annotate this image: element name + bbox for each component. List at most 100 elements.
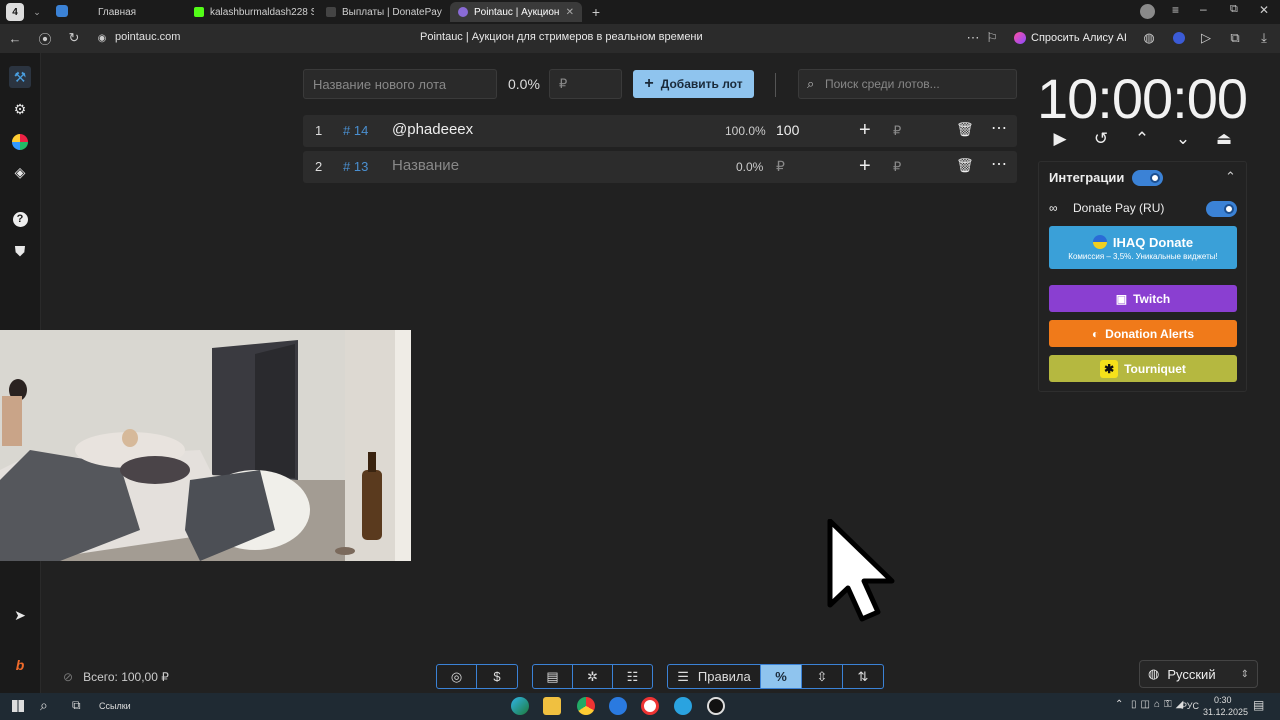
amount-input[interactable]: ₽ [549, 69, 622, 99]
collapse-icon[interactable]: ⏏ [1212, 127, 1236, 151]
tab-donatepay[interactable]: Выплаты | DonatePay [318, 2, 446, 22]
chrome-icon[interactable] [577, 697, 595, 715]
media-icon[interactable]: ▷ [1197, 29, 1215, 47]
ihaq-donate-button[interactable]: IHAQ Donate Комиссия – 3,5%. Уникальные … [1049, 226, 1237, 269]
more-options-icon[interactable]: ⋯ [991, 154, 1007, 174]
integrations-toggle[interactable] [1132, 170, 1163, 186]
new-lot-input[interactable]: Название нового лота [303, 69, 497, 99]
notifications-icon[interactable]: ▤ [1253, 698, 1264, 712]
tab-pointauc[interactable]: Pointauc | Аукцион для с ✕ [450, 2, 582, 22]
github-button[interactable]: ◎ [436, 664, 477, 689]
pinned-tab[interactable] [56, 5, 68, 17]
bug-button[interactable]: ✲ [572, 664, 613, 689]
lot-row[interactable]: 2 # 13 Название 0.0% ₽ + ₽ 🗑 ⋯ [303, 151, 1017, 183]
tab-label: Главная [98, 6, 137, 18]
task-view-icon[interactable]: ⧉ [72, 698, 81, 713]
donation-alerts-button[interactable]: ◐ Donation Alerts [1049, 320, 1237, 347]
auction-icon[interactable]: ⚒ [9, 66, 31, 88]
obs-icon[interactable] [707, 697, 725, 715]
more-icon[interactable]: ⋯ [964, 29, 982, 47]
back-icon[interactable]: ← [6, 29, 24, 47]
tab-kick[interactable]: kalashburmaldash228 Stre [186, 2, 314, 22]
percent-mode-button[interactable]: % [760, 664, 802, 689]
shield-icon[interactable]: ⦿ [36, 29, 54, 47]
collections-icon[interactable]: ⧉ [1226, 29, 1244, 47]
clock-time[interactable]: 0:30 [1214, 695, 1232, 705]
translate-icon[interactable]: ◍ [1140, 29, 1158, 47]
divider [775, 73, 776, 97]
tab-counter[interactable]: 4 [6, 3, 24, 21]
app-icon[interactable] [609, 697, 627, 715]
close-window-icon[interactable]: ✕ [1259, 3, 1269, 17]
lot-currency-input[interactable]: ₽ [893, 123, 901, 139]
add-amount-icon[interactable]: + [859, 155, 871, 178]
ask-alisa-button[interactable]: Спросить Алису AI [1008, 27, 1133, 49]
lot-row[interactable]: 1 # 14 @phadeeex 100.0% 100 + ₽ 🗑 ⋯ [303, 115, 1017, 147]
menu-icon[interactable]: ≡ [1172, 3, 1179, 17]
donate-button[interactable]: $ [476, 664, 518, 689]
more-options-icon[interactable]: ⋯ [991, 118, 1007, 138]
site-info-icon[interactable]: ◉ [93, 29, 111, 47]
edge-icon[interactable] [511, 697, 529, 715]
delete-icon[interactable]: 🗑 [956, 121, 974, 138]
tab-label: Выплаты | DonatePay [342, 6, 442, 18]
tab-home[interactable]: Главная [90, 2, 180, 22]
minimize-icon[interactable]: – [1200, 2, 1207, 16]
lot-name[interactable]: Название [392, 157, 459, 174]
add-amount-icon[interactable]: + [859, 119, 871, 142]
chevron-up-icon[interactable]: ⌃ [1225, 169, 1236, 185]
tourniquet-button[interactable]: ✱ Tourniquet [1049, 355, 1237, 382]
tray-icons[interactable]: ▯◫⌂⚿◢ [1131, 699, 1187, 710]
hide-eye-icon[interactable]: ⊘ [63, 670, 73, 684]
telegram-icon[interactable]: ➤ [9, 604, 31, 626]
lot-name[interactable]: @phadeeex [392, 121, 473, 138]
settings-icon[interactable]: ⚙ [9, 98, 31, 120]
explorer-icon[interactable] [543, 697, 561, 715]
lot-amount[interactable]: 100 [776, 122, 799, 138]
chevron-down-icon[interactable]: ⌄ [1171, 127, 1195, 151]
url-text[interactable]: pointauc.com [115, 31, 180, 43]
new-tab-icon[interactable]: + [588, 4, 604, 20]
help-icon[interactable]: ? [9, 208, 31, 230]
sort-button[interactable]: ⇅ [842, 664, 884, 689]
boosty-icon[interactable]: b [9, 654, 31, 676]
profile-icon[interactable] [1140, 4, 1155, 19]
lot-amount[interactable]: ₽ [776, 158, 785, 175]
wheel-icon[interactable] [9, 131, 31, 153]
maximize-icon[interactable]: ⧉ [1230, 3, 1238, 16]
search-icon[interactable]: ⌕ [40, 697, 48, 714]
delete-icon[interactable]: 🗑 [956, 157, 974, 174]
clock-date[interactable]: 31.12.2025 [1203, 707, 1248, 717]
twitch-button[interactable]: ▣ Twitch [1049, 285, 1237, 312]
reset-icon[interactable]: ↺ [1089, 127, 1113, 151]
compact-mode-button[interactable]: ⇳ [801, 664, 843, 689]
add-lot-button[interactable]: + Добавить лот [633, 70, 754, 98]
chevron-up-icon[interactable]: ⌃ [1130, 127, 1154, 151]
telegram-icon[interactable] [674, 697, 692, 715]
lot-currency-input[interactable]: ₽ [893, 159, 901, 175]
links-toolbar-label[interactable]: Ссылки [99, 701, 131, 711]
layers-icon[interactable]: ◈ [9, 161, 31, 183]
extension-icon[interactable] [1170, 29, 1188, 47]
input-language[interactable]: РУС [1181, 701, 1199, 711]
rules-button[interactable]: ☰ Правила [667, 664, 761, 689]
app-root: ⚒ ⚙ ◈ ? ⛊ ➤ b Название нового лота 0.0% … [0, 53, 1280, 693]
donatepay-toggle[interactable] [1206, 201, 1237, 217]
webcam-picture [0, 330, 411, 561]
clear-list-button[interactable]: ☷ [612, 664, 653, 689]
download-icon[interactable]: ⤓ [1255, 29, 1273, 47]
tray-chevron-icon[interactable]: ⌃ [1115, 699, 1123, 710]
close-tab-icon[interactable]: ✕ [566, 7, 574, 18]
lot-id-tag[interactable]: # 14 [343, 123, 368, 138]
lot-id-tag[interactable]: # 13 [343, 159, 368, 174]
bookmark-icon[interactable]: ⚐ [983, 29, 1001, 47]
shield-check-icon[interactable]: ⛊ [9, 240, 31, 262]
language-select[interactable]: ◍ Русский ⇕ [1139, 660, 1258, 688]
windows-start-icon[interactable] [12, 700, 24, 712]
tabs-dropdown-icon[interactable]: ⌄ [29, 4, 45, 20]
yandex-browser-icon[interactable] [641, 697, 659, 715]
save-button[interactable]: ▤ [532, 664, 573, 689]
reload-icon[interactable]: ↻ [65, 29, 83, 47]
search-input[interactable]: ⌕ Поиск среди лотов... [798, 69, 1017, 99]
play-icon[interactable]: ▶ [1048, 127, 1072, 151]
